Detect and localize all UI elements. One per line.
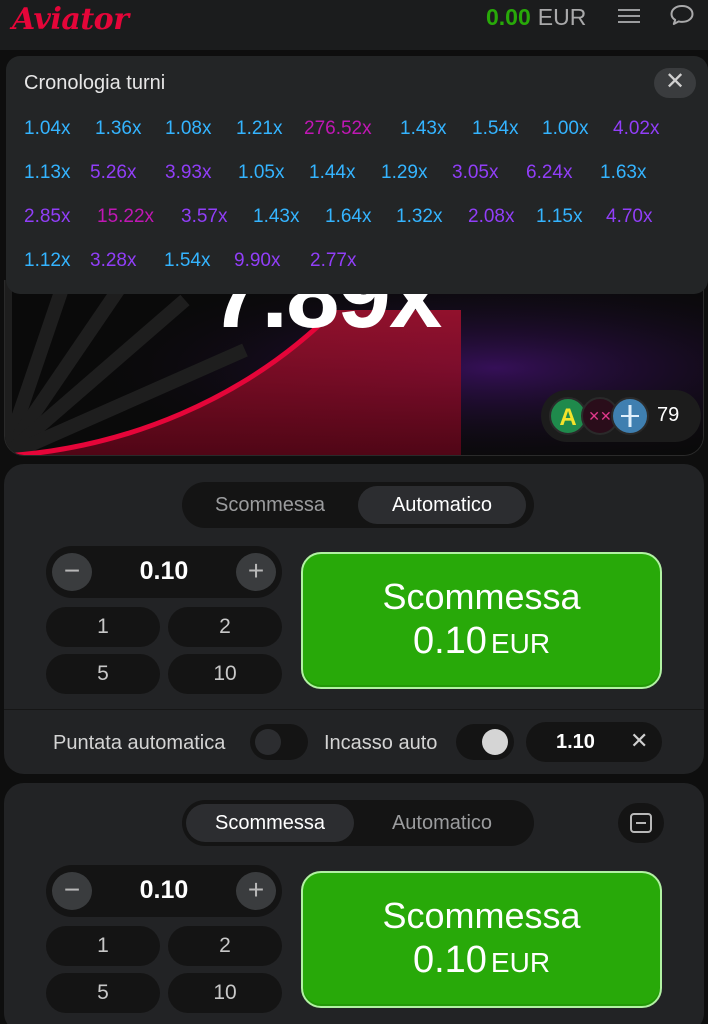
clear-icon[interactable]: ✕	[630, 728, 648, 754]
top-bar: Aviator 0.00 EUR	[0, 0, 708, 50]
bet-button-label: Scommessa	[382, 576, 581, 617]
quick-amount-button[interactable]: 5	[46, 973, 160, 1013]
history-multiplier[interactable]: 1.12x	[24, 250, 70, 272]
history-multiplier[interactable]: 1.08x	[165, 118, 211, 140]
bet-mode-tabs: Scommessa Automatico	[182, 482, 534, 528]
minus-square-icon	[630, 813, 652, 833]
bet-button-amount-row: 0.10 EUR	[303, 620, 660, 663]
decrease-button[interactable]: −	[52, 553, 92, 591]
bet-amount-value[interactable]: 0.10	[106, 557, 222, 586]
bet-button-amount: 0.10	[412, 939, 487, 981]
round-history-panel: Cronologia turni ✕ 1.04x 1.36x 1.08x 1.21x 2…	[6, 56, 708, 294]
avatar	[611, 397, 649, 435]
game-canvas: 7.89x A ✕✕ 79	[4, 280, 704, 456]
history-multiplier[interactable]: 1.13x	[24, 162, 70, 184]
bet-button-amount-row: 0.10 EUR	[303, 939, 660, 982]
place-bet-button[interactable]: Scommessa 0.10 EUR	[301, 552, 662, 689]
history-multiplier[interactable]: 1.43x	[400, 118, 446, 140]
bet-panel-1: Scommessa Automatico − 0.10 + 1 2 5 10 S…	[4, 464, 704, 774]
history-multiplier[interactable]: 2.08x	[468, 206, 514, 228]
bet-amount-stepper: − 0.10 +	[46, 865, 282, 917]
quick-amount-button[interactable]: 1	[46, 926, 160, 966]
history-multiplier[interactable]: 1.04x	[24, 118, 70, 140]
bet-button-currency: EUR	[490, 628, 551, 659]
increase-button[interactable]: +	[236, 872, 276, 910]
tab-auto[interactable]: Automatico	[358, 804, 526, 842]
history-multiplier[interactable]: 1.36x	[95, 118, 141, 140]
svg-text:✕✕: ✕✕	[588, 408, 611, 424]
auto-cashout-label: Incasso auto	[324, 732, 438, 754]
tab-auto[interactable]: Automatico	[358, 486, 526, 524]
players-online: A ✕✕ 79	[541, 390, 701, 442]
quick-amount-button[interactable]: 1	[46, 607, 160, 647]
aviator-logo: Aviator	[12, 2, 129, 37]
balance: 0.00 EUR	[486, 4, 586, 31]
players-count: 79	[657, 404, 680, 426]
bet-amount-value[interactable]: 0.10	[106, 876, 222, 905]
history-multiplier[interactable]: 1.64x	[325, 206, 371, 228]
history-multiplier[interactable]: 1.05x	[238, 162, 284, 184]
round-history-title: Cronologia turni	[24, 72, 166, 94]
history-multiplier[interactable]: 1.00x	[542, 118, 588, 140]
svg-text:A: A	[559, 404, 576, 431]
quick-amount-button[interactable]: 5	[46, 654, 160, 694]
decrease-button[interactable]: −	[52, 872, 92, 910]
history-multiplier[interactable]: 1.21x	[236, 118, 282, 140]
bet-mode-tabs: Scommessa Automatico	[182, 800, 534, 846]
history-multiplier[interactable]: 3.93x	[165, 162, 211, 184]
balance-currency: EUR	[537, 4, 587, 30]
quick-amount-button[interactable]: 10	[168, 973, 282, 1013]
history-multiplier[interactable]: 2.85x	[24, 206, 70, 228]
menu-icon[interactable]	[618, 5, 640, 27]
history-multiplier[interactable]: 1.43x	[253, 206, 299, 228]
history-multiplier[interactable]: 1.44x	[309, 162, 355, 184]
bet-amount-stepper: − 0.10 +	[46, 546, 282, 598]
history-multiplier[interactable]: 3.57x	[181, 206, 227, 228]
place-bet-button[interactable]: Scommessa 0.10 EUR	[301, 871, 662, 1008]
close-icon[interactable]: ✕	[654, 68, 696, 98]
increase-button[interactable]: +	[236, 553, 276, 591]
history-multiplier[interactable]: 15.22x	[97, 206, 154, 228]
quick-amount-button[interactable]: 10	[168, 654, 282, 694]
auto-bet-label: Puntata automatica	[53, 732, 226, 754]
history-multiplier[interactable]: 1.54x	[472, 118, 518, 140]
balance-amount: 0.00	[486, 4, 531, 30]
history-multiplier[interactable]: 4.02x	[613, 118, 659, 140]
history-multiplier[interactable]: 276.52x	[304, 118, 372, 140]
history-multiplier[interactable]: 1.29x	[381, 162, 427, 184]
auto-cashout-toggle[interactable]	[456, 724, 514, 760]
quick-amount-button[interactable]: 2	[168, 607, 282, 647]
history-multiplier[interactable]: 3.05x	[452, 162, 498, 184]
tab-bet[interactable]: Scommessa	[186, 486, 354, 524]
history-multiplier[interactable]: 1.54x	[164, 250, 210, 272]
history-multiplier[interactable]: 1.63x	[600, 162, 646, 184]
auto-options-row: Puntata automatica Incasso auto 1.10 ✕	[4, 709, 704, 774]
remove-panel-button[interactable]	[618, 803, 664, 843]
tab-bet[interactable]: Scommessa	[186, 804, 354, 842]
toggle-knob	[255, 729, 281, 755]
history-multiplier[interactable]: 4.70x	[606, 206, 652, 228]
history-multiplier[interactable]: 1.32x	[396, 206, 442, 228]
bet-button-amount: 0.10	[412, 620, 487, 662]
auto-bet-toggle[interactable]	[250, 724, 308, 760]
history-multiplier[interactable]: 1.15x	[536, 206, 582, 228]
history-multiplier[interactable]: 3.28x	[90, 250, 136, 272]
chat-icon[interactable]	[669, 3, 695, 27]
history-multiplier[interactable]: 9.90x	[234, 250, 280, 272]
history-multiplier[interactable]: 6.24x	[526, 162, 572, 184]
bet-button-label: Scommessa	[382, 895, 581, 936]
quick-amount-button[interactable]: 2	[168, 926, 282, 966]
toggle-knob	[482, 729, 508, 755]
bet-panel-2: Scommessa Automatico − 0.10 + 1 2 5 10 S…	[4, 783, 704, 1024]
history-multiplier[interactable]: 2.77x	[310, 250, 356, 272]
bet-button-currency: EUR	[490, 947, 551, 978]
history-multiplier[interactable]: 5.26x	[90, 162, 136, 184]
